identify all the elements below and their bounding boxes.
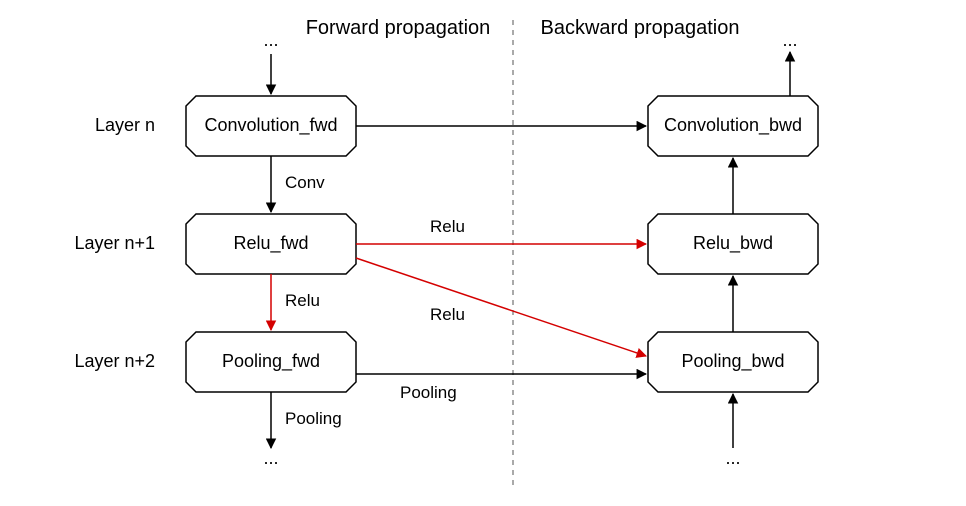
node-pool-fwd-label: Pooling_fwd [222,351,320,372]
label-relu-to-poolbwd: Relu [430,305,465,324]
label-relu-to-relubwd: Relu [430,217,465,236]
node-conv-fwd-label: Convolution_fwd [204,115,337,136]
label-relu-down: Relu [285,291,320,310]
diagram-canvas: Forward propagation Backward propagation… [0,0,966,506]
dots-bwd-bottom: ... [725,448,740,468]
dots-fwd-bottom: ... [263,448,278,468]
label-conv-down: Conv [285,173,325,192]
node-conv-bwd-label: Convolution_bwd [664,115,802,136]
arrow-relufwd-to-poolbwd [356,258,646,356]
dots-bwd-top: ... [782,30,797,50]
header-forward: Forward propagation [306,17,491,39]
layer-label-n: Layer n [95,115,155,135]
dots-fwd-top: ... [263,30,278,50]
label-pool-to-poolbwd: Pooling [400,383,457,402]
header-backward: Backward propagation [540,17,739,39]
node-relu-fwd-label: Relu_fwd [233,233,308,254]
layer-label-n1: Layer n+1 [74,233,155,253]
label-pool-down: Pooling [285,409,342,428]
node-pool-bwd-label: Pooling_bwd [681,351,784,372]
node-relu-bwd-label: Relu_bwd [693,233,773,254]
layer-label-n2: Layer n+2 [74,351,155,371]
